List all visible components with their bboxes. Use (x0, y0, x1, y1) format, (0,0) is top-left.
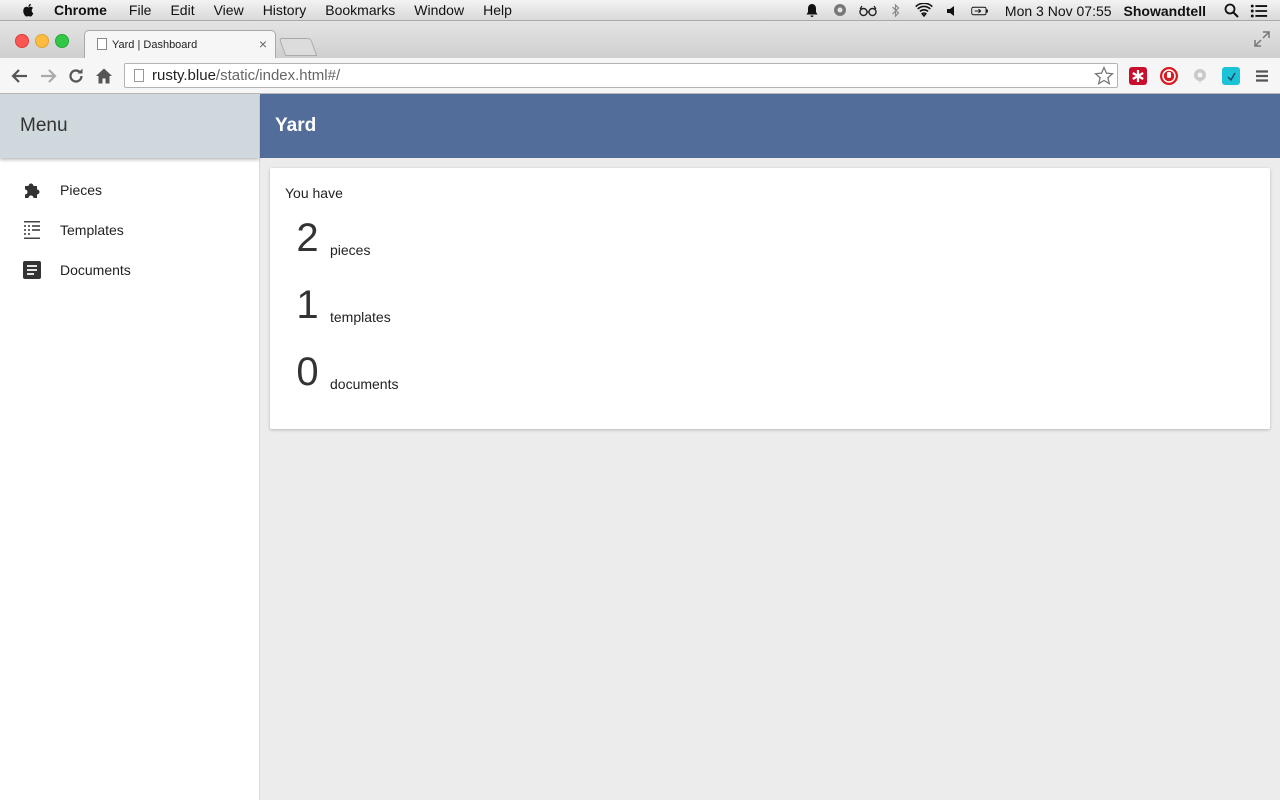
reload-icon (69, 68, 83, 83)
page-title: Yard (275, 115, 317, 136)
page-favicon-icon (97, 38, 107, 50)
grid-list-icon (24, 221, 40, 239)
sidebar-item-label: Pieces (60, 182, 103, 198)
home-button[interactable] (94, 66, 114, 86)
battery-icon[interactable] (971, 3, 989, 19)
address-url[interactable]: rusty.blue/static/index.html#/ (152, 67, 340, 84)
window-close-button[interactable] (15, 34, 29, 48)
tab-close-button[interactable]: × (259, 36, 267, 52)
menu-app-name[interactable]: Chrome (54, 2, 107, 18)
menu-history[interactable]: History (263, 2, 307, 18)
stat-label: documents (330, 376, 399, 392)
stat-count: 0 (296, 350, 319, 394)
app-bar: Yard (260, 94, 1280, 158)
browser-tab-active[interactable]: Yard | Dashboard × (84, 30, 276, 58)
sidebar-item-label: Documents (60, 262, 131, 278)
page-info-icon[interactable] (134, 69, 144, 82)
document-icon (23, 261, 41, 279)
menu-window[interactable]: Window (414, 2, 464, 18)
sidebar-header: Menu (0, 94, 259, 158)
menu-edit[interactable]: Edit (170, 2, 194, 18)
menubar-clock[interactable]: Mon 3 Nov 07:55 (1005, 3, 1112, 19)
sidebar-item-pieces[interactable]: Pieces (0, 170, 259, 210)
menu-file[interactable]: File (129, 2, 152, 18)
address-bar[interactable]: rusty.blue/static/index.html#/ (124, 63, 1118, 88)
window-minimize-button[interactable] (35, 34, 49, 48)
reload-button[interactable] (66, 66, 86, 86)
home-icon (96, 68, 112, 84)
tab-title: Yard | Dashboard (112, 39, 198, 51)
back-arrow-icon (11, 69, 27, 83)
bookmark-star-icon[interactable] (1094, 66, 1114, 86)
menu-help[interactable]: Help (483, 2, 512, 18)
glasses-icon[interactable] (859, 3, 877, 19)
url-host: rusty.blue (152, 67, 216, 84)
sidebar-item-templates[interactable]: Templates (0, 210, 259, 250)
wifi-icon[interactable] (915, 3, 933, 19)
puzzle-icon (25, 183, 40, 198)
sidebar-item-documents[interactable]: Documents (0, 250, 259, 290)
extension-adblock-icon[interactable] (1160, 67, 1178, 85)
extension-checkmark-icon[interactable] (1222, 67, 1240, 85)
back-button[interactable] (10, 66, 30, 86)
extension-speech-icon[interactable] (1191, 67, 1209, 85)
summary-intro: You have (285, 185, 343, 201)
dashboard-summary-card: You have 2 pieces 1 templates 0 document… (270, 168, 1270, 429)
browser-toolbar: rusty.blue/static/index.html#/ (0, 58, 1280, 94)
sidebar-item-label: Templates (60, 222, 124, 238)
url-path: /static/index.html#/ (215, 67, 341, 84)
stat-count: 2 (296, 216, 319, 260)
chat-bubble-icon[interactable] (831, 3, 849, 19)
stat-count: 1 (296, 283, 319, 327)
stat-label: pieces (330, 242, 371, 258)
browser-tab-strip: Yard | Dashboard × (0, 21, 1280, 58)
os-menu-bar: Chrome File Edit View History Bookmarks … (0, 0, 1280, 21)
menu-view[interactable]: View (214, 2, 244, 18)
fullscreen-icon[interactable] (1254, 31, 1270, 47)
volume-icon[interactable] (943, 3, 961, 19)
notification-bell-icon[interactable] (803, 3, 821, 19)
menu-bookmarks[interactable]: Bookmarks (325, 2, 395, 18)
apple-icon[interactable] (20, 3, 38, 17)
chrome-menu-icon[interactable] (1253, 67, 1271, 85)
stat-label: templates (330, 309, 391, 325)
window-zoom-button[interactable] (55, 34, 69, 48)
sidebar-title: Menu (20, 115, 68, 136)
menubar-user[interactable]: Showandtell (1124, 3, 1206, 19)
extension-lastpass-icon[interactable] (1129, 67, 1147, 85)
notification-center-icon[interactable] (1250, 3, 1268, 19)
forward-button[interactable] (38, 66, 58, 86)
sidebar: Menu Pieces Templates Documents (0, 94, 260, 800)
new-tab-button[interactable] (278, 38, 318, 56)
forward-arrow-icon (41, 69, 57, 83)
bluetooth-icon[interactable] (887, 3, 905, 19)
spotlight-search-icon[interactable] (1222, 3, 1240, 19)
